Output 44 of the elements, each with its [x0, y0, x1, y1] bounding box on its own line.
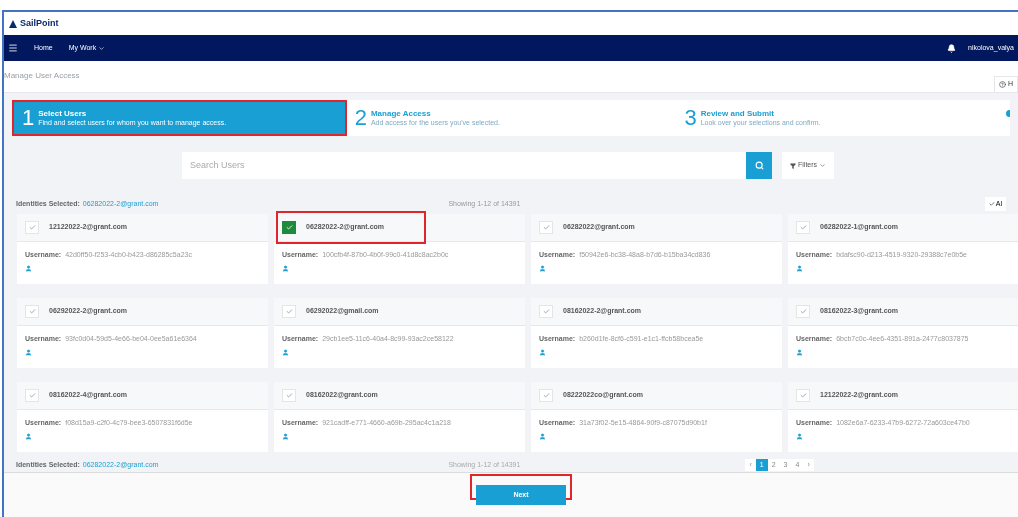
person-icon: [25, 348, 32, 356]
menu-icon[interactable]: [8, 43, 18, 53]
step-title: Manage Access: [370, 108, 432, 119]
caret-icon: [819, 162, 827, 169]
person-icon: [25, 264, 32, 272]
check-icon: [28, 224, 36, 231]
person-icon: [539, 264, 546, 272]
check-icon: [988, 201, 995, 207]
person-icon: [282, 432, 289, 440]
help-icon: [998, 80, 1006, 88]
brand-name: SailPoint: [20, 16, 59, 30]
sail-logo-icon: [8, 18, 18, 29]
search-icon: [754, 161, 764, 170]
bell-icon[interactable]: [947, 43, 957, 53]
filter-icon: [790, 162, 796, 169]
person-icon: [539, 348, 546, 356]
search-field[interactable]: Search Users: [182, 152, 746, 179]
check-icon: [285, 224, 293, 231]
step-title: Review and Submit: [700, 108, 775, 119]
step-number: 1: [22, 107, 35, 129]
search-button[interactable]: [746, 152, 772, 179]
step-marker-icon: [1006, 110, 1010, 117]
person-icon: [796, 432, 803, 440]
step-number: 2: [354, 107, 367, 129]
step-title: Select Users: [38, 108, 88, 119]
check-icon: [285, 392, 293, 399]
person-icon: [796, 264, 803, 272]
page-title: Manage User Access: [4, 70, 80, 82]
check-icon: [542, 392, 550, 399]
person-icon: [25, 432, 32, 440]
check-icon: [542, 224, 550, 231]
person-icon: [282, 264, 289, 272]
person-icon: [282, 348, 289, 356]
check-icon: [285, 308, 293, 315]
check-icon: [28, 392, 36, 399]
check-icon: [542, 308, 550, 315]
person-icon: [539, 432, 546, 440]
check-icon: [799, 308, 807, 315]
check-icon: [799, 392, 807, 399]
select-checkbox[interactable]: [282, 221, 296, 234]
person-icon: [796, 348, 803, 356]
check-icon: [799, 224, 807, 231]
step-number: 3: [684, 107, 697, 129]
check-icon: [28, 308, 36, 315]
